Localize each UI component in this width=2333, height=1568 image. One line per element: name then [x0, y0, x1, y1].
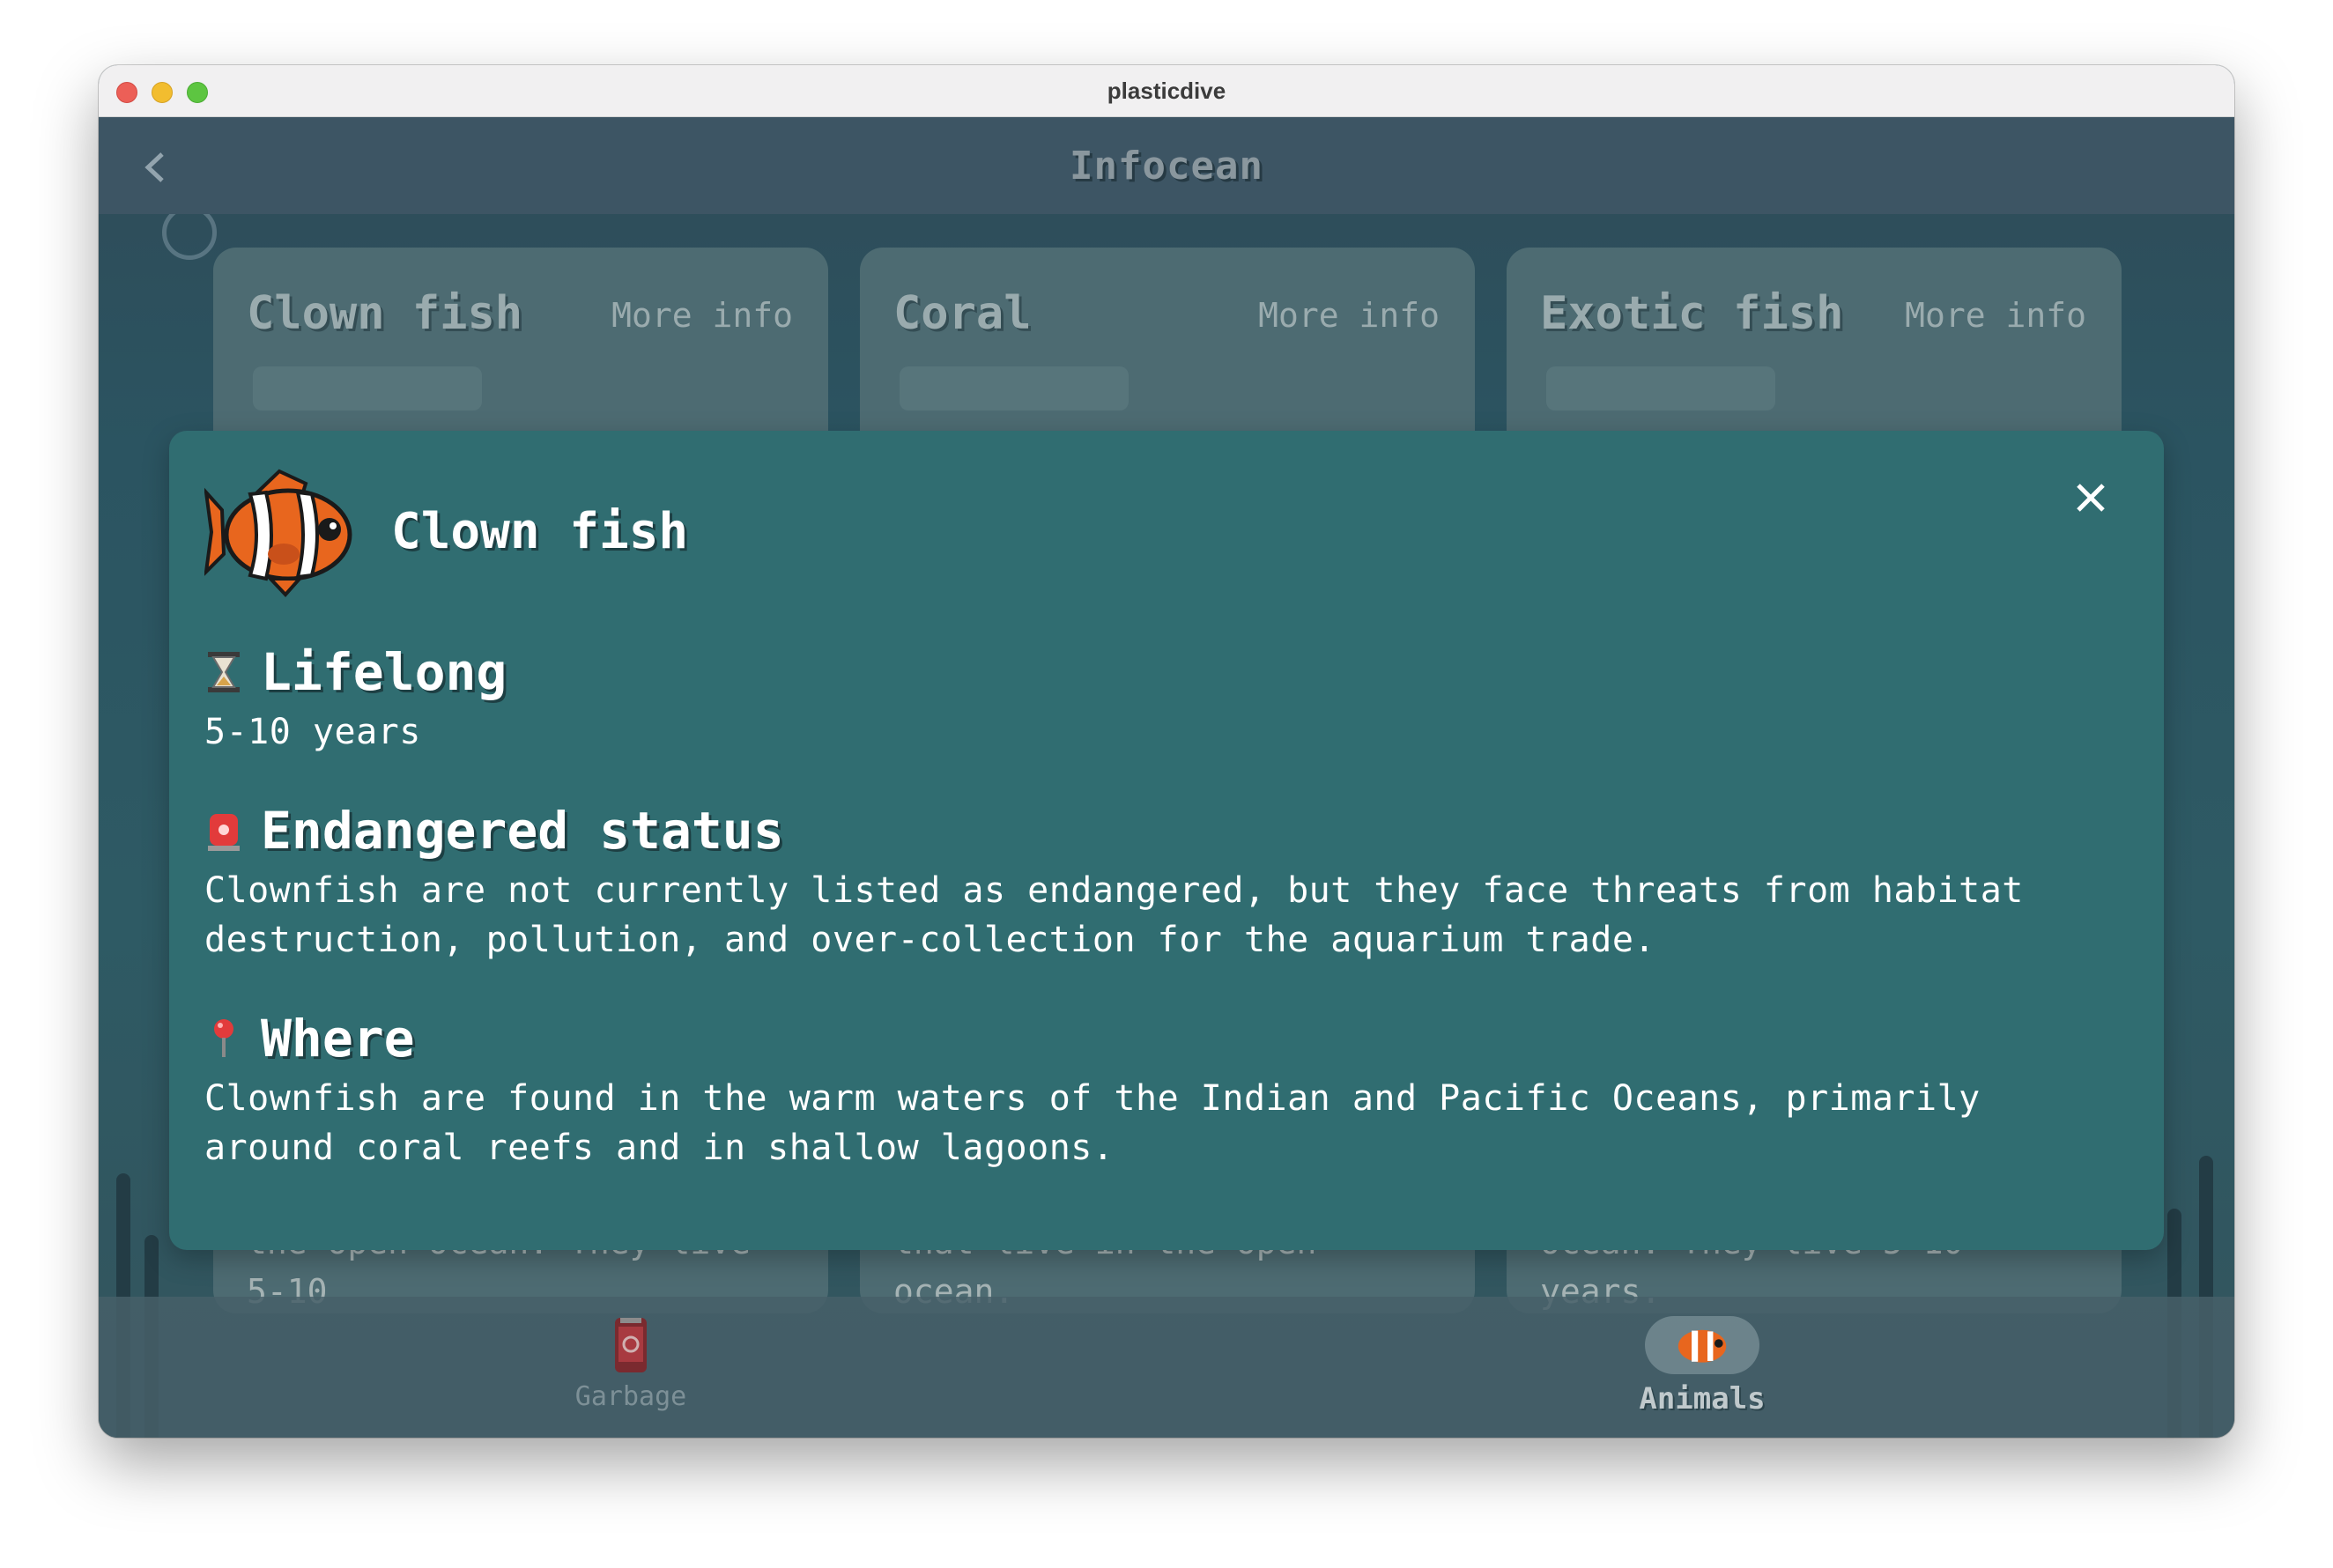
info-modal: Clown fish Lifelong 5-10 years Endangere…: [169, 431, 2164, 1250]
card-title: Coral: [893, 287, 1032, 340]
clownfish-icon: [204, 469, 352, 597]
modal-title: Clown fish: [391, 503, 689, 560]
section-body: 5-10 years: [204, 712, 421, 752]
section-where-header: Where: [204, 1009, 415, 1069]
hourglass-icon: [208, 652, 240, 692]
card-chip: [1546, 366, 1775, 410]
window-title: plasticdive: [1107, 78, 1226, 104]
card-title: Exotic fish: [1540, 287, 1844, 340]
more-info-link[interactable]: More info: [611, 296, 793, 335]
section-lifelong-header: Lifelong: [204, 642, 507, 702]
card-chip: [900, 366, 1129, 410]
pin-icon: [214, 1019, 233, 1057]
section-body: Clownfish are not currently listed as en…: [204, 870, 2024, 960]
section-endangered-header: Endangered status: [204, 801, 784, 861]
tab-label: Animals: [1639, 1381, 1766, 1416]
modal-close-button[interactable]: [2070, 480, 2111, 521]
tab-label: Garbage: [574, 1381, 687, 1412]
window-titlebar: plasticdive: [99, 65, 2234, 117]
siren-icon: [208, 814, 240, 851]
section-body: Clownfish are found in the warm waters o…: [204, 1078, 1981, 1168]
clownfish-icon: [1678, 1329, 1727, 1363]
section-title: Where: [261, 1009, 415, 1069]
bottom-tab-bar: Garbage Animals: [99, 1297, 2234, 1438]
page-title: Infocean: [1070, 144, 1263, 189]
section-title: Lifelong: [261, 642, 507, 702]
active-tab-indicator: [1645, 1316, 1759, 1374]
tab-garbage[interactable]: Garbage: [534, 1314, 728, 1412]
app-header: Infocean: [99, 117, 2234, 214]
close-icon: [2077, 484, 2105, 512]
section-title: Endangered status: [261, 801, 784, 861]
soda-can-icon: [615, 1318, 647, 1372]
more-info-link[interactable]: More info: [1258, 296, 1440, 335]
tab-animals[interactable]: Animals: [1605, 1314, 1799, 1416]
app-window: plasticdive Infocean Clown fish More inf…: [99, 65, 2234, 1438]
card-chip: [253, 366, 482, 410]
card-title: Clown fish: [247, 287, 523, 340]
app-content: Infocean Clown fish More info swimming f…: [99, 117, 2234, 1438]
more-info-link[interactable]: More info: [1905, 296, 2086, 335]
